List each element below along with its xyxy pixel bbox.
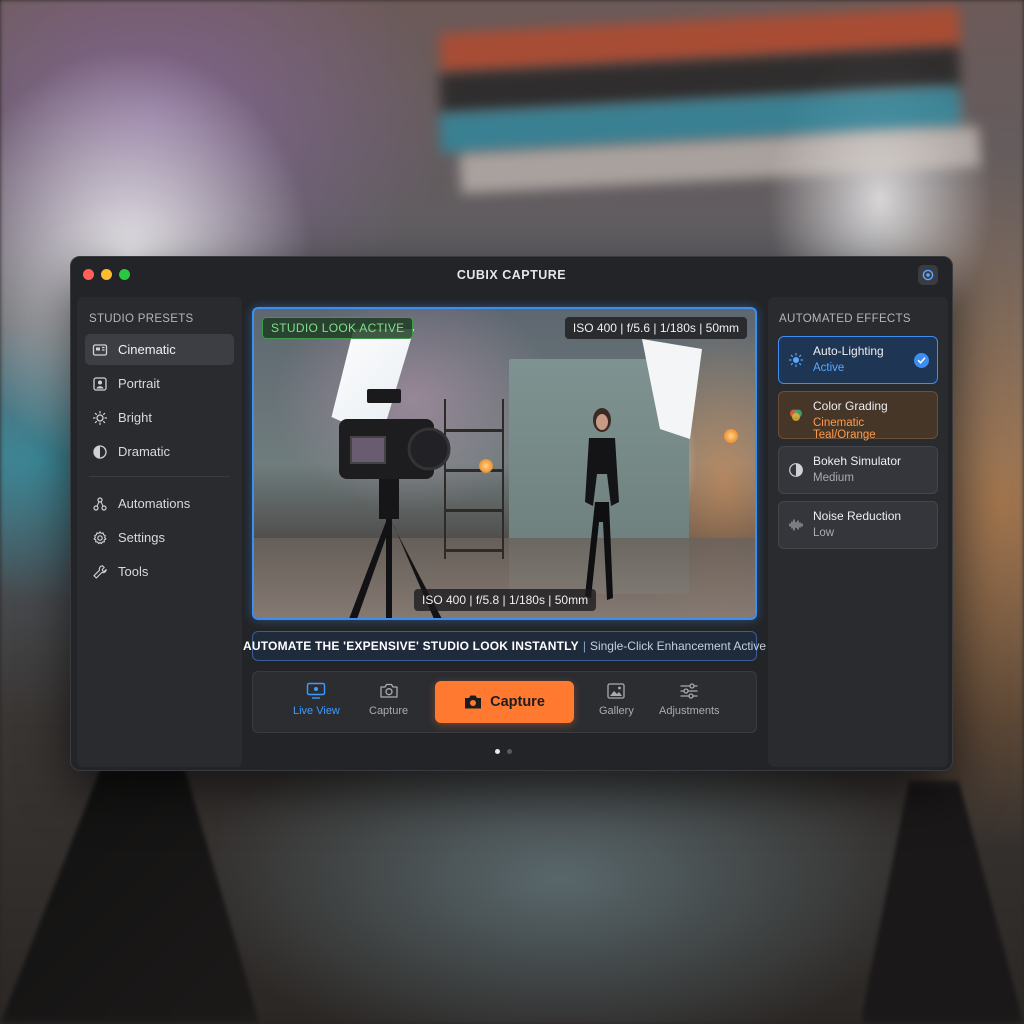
bottom-toolbar: Live View Capture Capture Gallery Adjust…	[252, 671, 757, 733]
preset-dramatic[interactable]: Dramatic	[85, 436, 234, 467]
banner-headline: AUTOMATE THE 'EXPENSIVE' STUDIO LOOK INS…	[242, 639, 579, 653]
exposure-readout-top: ISO 400 | f/5.6 | 1/180s | 50mm	[564, 317, 747, 339]
camera-on-tripod	[339, 389, 451, 618]
account-icon	[922, 269, 934, 281]
banner-separator: |	[582, 639, 586, 653]
monitor-icon	[307, 682, 326, 699]
sidebar-item-label: Tools	[118, 564, 149, 579]
effect-name: Bokeh Simulator	[813, 454, 902, 468]
effect-auto-lighting[interactable]: Auto-Lighting Active	[778, 336, 938, 384]
page-indicator[interactable]	[495, 749, 512, 754]
preset-label: Cinematic	[118, 342, 176, 357]
banner-subtext: Single-Click Enhancement Active	[589, 639, 767, 653]
tab-capture[interactable]: Capture	[369, 682, 408, 717]
model-figure	[585, 408, 619, 600]
bokeh-icon	[789, 463, 803, 477]
exposure-readout-bottom: ISO 400 | f/5.8 | 1/180s | 50mm	[414, 589, 597, 611]
preset-cinematic[interactable]: Cinematic	[85, 334, 234, 365]
page-dot-active[interactable]	[495, 749, 500, 754]
account-button[interactable]	[918, 265, 938, 285]
effect-value: Medium	[813, 472, 854, 484]
effect-name: Color Grading	[813, 399, 888, 413]
sidebar: STUDIO PRESETS Cinematic Portrait Bright…	[77, 297, 242, 767]
maximize-window-button[interactable]	[119, 269, 130, 280]
lamp-glow	[479, 459, 493, 473]
camera-outline-icon	[379, 683, 398, 698]
contrast-icon	[93, 444, 107, 459]
effect-value: Cinematic Teal/Orange	[813, 417, 876, 441]
preset-portrait[interactable]: Portrait	[85, 368, 234, 399]
window-controls	[83, 269, 130, 280]
tab-label: Capture	[369, 705, 409, 717]
effect-bokeh-simulator[interactable]: Bokeh Simulator Medium	[778, 446, 938, 494]
gear-icon	[93, 530, 107, 544]
title-bar: CUBIX CAPTURE	[71, 257, 952, 293]
presets-section-title: STUDIO PRESETS	[89, 313, 194, 325]
promo-banner: AUTOMATE THE 'EXPENSIVE' STUDIO LOOK INS…	[243, 631, 766, 661]
preset-label: Portrait	[118, 376, 160, 391]
effect-noise-reduction[interactable]: Noise Reduction Low	[778, 501, 938, 549]
portrait-icon	[93, 376, 107, 391]
capture-button[interactable]: Capture	[435, 681, 574, 723]
effect-value: Active	[813, 362, 845, 374]
effect-color-grading[interactable]: Color Grading Cinematic Teal/Orange	[778, 391, 938, 441]
tab-label: Adjustments	[659, 705, 720, 717]
gallery-icon	[607, 683, 626, 699]
window-title: CUBIX CAPTURE	[456, 268, 567, 282]
close-window-button[interactable]	[83, 269, 94, 280]
effect-name: Auto-Lighting	[813, 344, 884, 358]
effect-value: Low	[813, 527, 835, 539]
camera-icon	[465, 695, 482, 709]
app-window: CUBIX CAPTURE STUDIO PRESETS Cinematic P…	[70, 256, 953, 771]
live-preview[interactable]: STUDIO LOOK ACTIVE ISO 400 | f/5.6 | 1/1…	[252, 307, 757, 620]
preset-label: Dramatic	[118, 444, 171, 459]
sliders-icon	[680, 683, 698, 699]
tab-adjustments[interactable]: Adjustments	[659, 682, 720, 717]
sidebar-item-tools[interactable]: Tools	[85, 556, 234, 587]
capture-button-label: Capture	[490, 694, 545, 710]
preset-label: Bright	[118, 410, 152, 425]
sun-icon	[92, 410, 108, 425]
light-icon	[788, 352, 804, 368]
automated-effects-panel: AUTOMATED EFFECTS Auto-Lighting Active C…	[768, 297, 948, 767]
checkmark-icon	[914, 353, 929, 368]
wrench-icon	[93, 564, 107, 579]
sidebar-item-label: Settings	[118, 530, 165, 545]
tab-label: Gallery	[599, 705, 634, 717]
tab-live-view[interactable]: Live View	[293, 682, 340, 717]
effects-section-title: AUTOMATED EFFECTS	[779, 313, 911, 325]
film-icon	[92, 343, 108, 356]
nodes-icon	[93, 496, 107, 511]
sidebar-item-automations[interactable]: Automations	[85, 488, 234, 519]
sidebar-item-settings[interactable]: Settings	[85, 522, 234, 553]
tab-gallery[interactable]: Gallery	[599, 682, 634, 717]
page-dot[interactable]	[507, 749, 512, 754]
studio-look-badge: STUDIO LOOK ACTIVE	[262, 317, 414, 339]
tab-label: Live View	[293, 705, 340, 717]
color-wheel-icon	[790, 409, 802, 421]
effect-name: Noise Reduction	[813, 509, 902, 523]
preset-bright[interactable]: Bright	[85, 402, 234, 433]
lamp-glow	[724, 429, 738, 443]
sidebar-divider	[89, 476, 230, 477]
sidebar-item-label: Automations	[118, 496, 191, 511]
minimize-window-button[interactable]	[101, 269, 112, 280]
waveform-icon	[789, 519, 803, 531]
